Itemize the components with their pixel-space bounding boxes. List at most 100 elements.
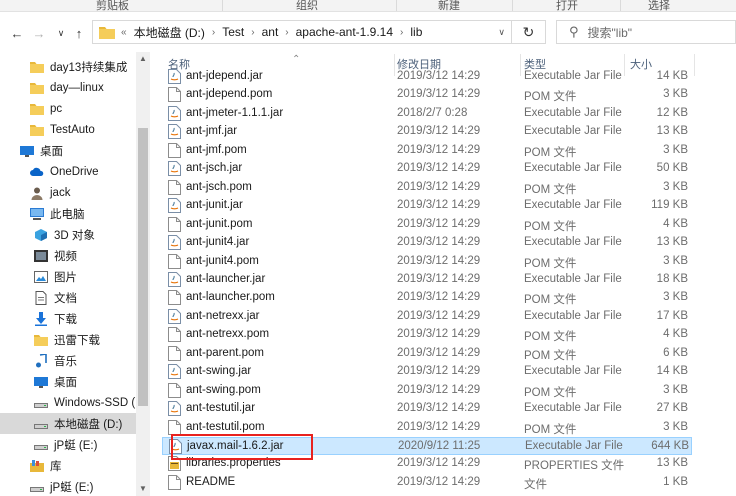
address-bar[interactable]: « 本地磁盘 (D:) › Test › ant › apache-ant-1.… <box>92 20 512 44</box>
file-row[interactable]: ant-netrexx.jar 2019/3/12 14:29 Executable… <box>162 308 692 326</box>
scroll-up-icon[interactable]: ▲ <box>136 52 150 66</box>
nav-item[interactable]: 此电脑 <box>0 203 136 224</box>
recent-locations-button[interactable]: ∨ <box>52 25 70 41</box>
file-size: 3 KB <box>663 88 688 100</box>
cube-icon <box>34 228 48 242</box>
desktop-icon <box>20 144 34 158</box>
breadcrumb-ant[interactable]: ant <box>262 25 279 39</box>
folder-icon <box>30 81 44 95</box>
nav-item[interactable]: 音乐 <box>0 350 136 371</box>
nav-item[interactable]: jack <box>0 182 136 203</box>
file-row[interactable]: ant-netrexx.pom 2019/3/12 14:29 POM 文件 4 KB <box>162 326 692 344</box>
file-name: ant-jmf.pom <box>186 144 247 156</box>
file-row[interactable]: ant-swing.jar 2019/3/12 14:29 Executable J… <box>162 363 692 381</box>
file-date: 2019/3/12 14:29 <box>397 347 481 359</box>
file-date: 2019/3/12 14:29 <box>397 218 481 230</box>
file-type: Executable Jar File <box>524 402 622 414</box>
file-row[interactable]: ant-parent.pom 2019/3/12 14:29 POM 文件 6 KB <box>162 345 692 363</box>
breadcrumb-test[interactable]: Test <box>222 25 244 39</box>
back-button[interactable]: ← <box>8 25 26 41</box>
nav-item[interactable]: 桌面 <box>0 140 136 161</box>
breadcrumb-lib[interactable]: lib <box>410 25 422 39</box>
file-size: 3 KB <box>663 144 688 156</box>
file-icon <box>168 346 181 361</box>
search-input[interactable]: 搜索"lib" <box>588 24 633 41</box>
folder-icon <box>99 27 115 39</box>
file-list: 名称 ⌃ 修改日期 类型 大小 ant-jdepend.jar 2019/3/12… <box>150 52 736 496</box>
file-row[interactable]: ant-testutil.pom 2019/3/12 14:29 POM 文件 3 K… <box>162 419 692 437</box>
breadcrumb-apache-ant[interactable]: apache-ant-1.9.14 <box>296 25 393 39</box>
file-icon <box>168 475 181 490</box>
nav-item[interactable]: 下载 <box>0 308 136 329</box>
file-row[interactable]: ant-launcher.jar 2019/3/12 14:29 Executabl… <box>162 271 692 289</box>
nav-item[interactable]: 3D 对象 <box>0 224 136 245</box>
file-size: 27 KB <box>656 402 688 414</box>
file-row[interactable]: ant-junit.jar 2019/3/12 14:29 Executable J… <box>162 197 692 215</box>
chevron-down-icon[interactable]: ∨ <box>498 27 505 38</box>
nav-item[interactable]: Windows-SSD ( <box>0 392 136 413</box>
file-icon <box>168 180 181 195</box>
chevron-right-icon[interactable]: › <box>400 27 403 38</box>
nav-item[interactable]: OneDrive <box>0 161 136 182</box>
file-name: ant-junit4.jar <box>186 236 250 248</box>
library-icon <box>30 459 44 473</box>
file-type: Executable Jar File <box>524 236 622 248</box>
scroll-down-icon[interactable]: ▼ <box>136 482 150 496</box>
file-icon <box>168 143 181 158</box>
chevron-right-icon[interactable]: › <box>212 27 215 38</box>
nav-item[interactable]: 图片 <box>0 266 136 287</box>
nav-item[interactable]: jP蜓 (E:) <box>0 434 136 455</box>
nav-item[interactable]: 迅雷下载 <box>0 329 136 350</box>
file-row[interactable]: README 2019/3/12 14:29 文件 1 KB <box>162 474 692 492</box>
file-row[interactable]: ant-testutil.jar 2019/3/12 14:29 Executabl… <box>162 400 692 418</box>
nav-item[interactable]: 桌面 <box>0 371 136 392</box>
search-box[interactable]: ⚲ 搜索"lib" <box>556 20 736 44</box>
nav-item[interactable]: 视频 <box>0 245 136 266</box>
file-name: ant-netrexx.pom <box>186 328 270 340</box>
nav-item[interactable]: pc <box>0 98 136 119</box>
nav-item[interactable]: 本地磁盘 (D:) <box>0 413 136 434</box>
file-icon <box>168 327 181 342</box>
chevron-right-icon[interactable]: › <box>285 27 288 38</box>
nav-item[interactable]: day13持续集成 <box>0 56 136 77</box>
file-row[interactable]: ant-jmeter-1.1.1.jar 2018/2/7 0:28 Executa… <box>162 105 692 123</box>
file-row[interactable]: ant-jmf.pom 2019/3/12 14:29 POM 文件 3 KB <box>162 142 692 160</box>
scrollbar-thumb[interactable] <box>138 128 148 406</box>
file-row[interactable]: ant-jdepend.jar 2019/3/12 14:29 Executable… <box>162 68 692 86</box>
up-button[interactable]: ↑ <box>70 25 88 41</box>
nav-item[interactable]: 文档 <box>0 287 136 308</box>
file-row[interactable]: libraries.properties 2019/3/12 14:29 PROPE… <box>162 455 692 473</box>
file-row[interactable]: ant-jdepend.pom 2019/3/12 14:29 POM 文件 3 KB <box>162 86 692 104</box>
navigation-pane-scrollbar[interactable]: ▲ ▼ <box>136 52 150 496</box>
nav-item[interactable]: 库 <box>0 455 136 476</box>
file-row[interactable]: ant-swing.pom 2019/3/12 14:29 POM 文件 3 KB <box>162 382 692 400</box>
file-date: 2019/3/12 14:29 <box>397 328 481 340</box>
refresh-icon: ↻ <box>522 23 535 40</box>
file-name: ant-jdepend.pom <box>186 88 273 100</box>
nav-item[interactable]: jP蜓 (E:) <box>0 476 136 496</box>
music-icon <box>34 352 48 368</box>
nav-item[interactable]: TestAuto <box>0 119 136 140</box>
nav-item-label: Windows-SSD ( <box>54 396 136 409</box>
file-type: POM 文件 <box>524 350 577 362</box>
ribbon-group-labels: 剪贴板 组织 新建 打开 选择 <box>0 0 736 12</box>
file-row[interactable]: ant-jsch.jar 2019/3/12 14:29 Executable Ja… <box>162 160 692 178</box>
file-name: ant-junit.jar <box>186 199 243 211</box>
file-row[interactable]: ant-junit4.pom 2019/3/12 14:29 POM 文件 3 KB <box>162 253 692 271</box>
file-row[interactable]: ant-junit4.jar 2019/3/12 14:29 Executable … <box>162 234 692 252</box>
file-size: 50 KB <box>656 162 688 174</box>
chevron-right-icon[interactable]: › <box>251 27 254 38</box>
forward-button[interactable]: → <box>30 25 48 41</box>
file-row[interactable]: ant-launcher.pom 2019/3/12 14:29 POM 文件 3 K… <box>162 289 692 307</box>
nav-item[interactable]: day—linux <box>0 77 136 98</box>
file-row[interactable]: javax.mail-1.6.2.jar 2020/9/12 11:25 Execu… <box>162 437 692 455</box>
file-row[interactable]: ant-junit.pom 2019/3/12 14:29 POM 文件 4 KB <box>162 216 692 234</box>
file-row[interactable]: ant-jmf.jar 2019/3/12 14:29 Executable Jar… <box>162 123 692 141</box>
file-date: 2019/3/12 14:29 <box>397 384 481 396</box>
file-type: POM 文件 <box>524 91 577 103</box>
file-size: 13 KB <box>656 236 688 248</box>
refresh-button[interactable]: ↻ <box>512 20 546 44</box>
file-row[interactable]: ant-jsch.pom 2019/3/12 14:29 POM 文件 3 KB <box>162 179 692 197</box>
breadcrumb-overflow[interactable]: « <box>121 27 127 38</box>
breadcrumb-drive[interactable]: 本地磁盘 (D:) <box>134 24 205 41</box>
